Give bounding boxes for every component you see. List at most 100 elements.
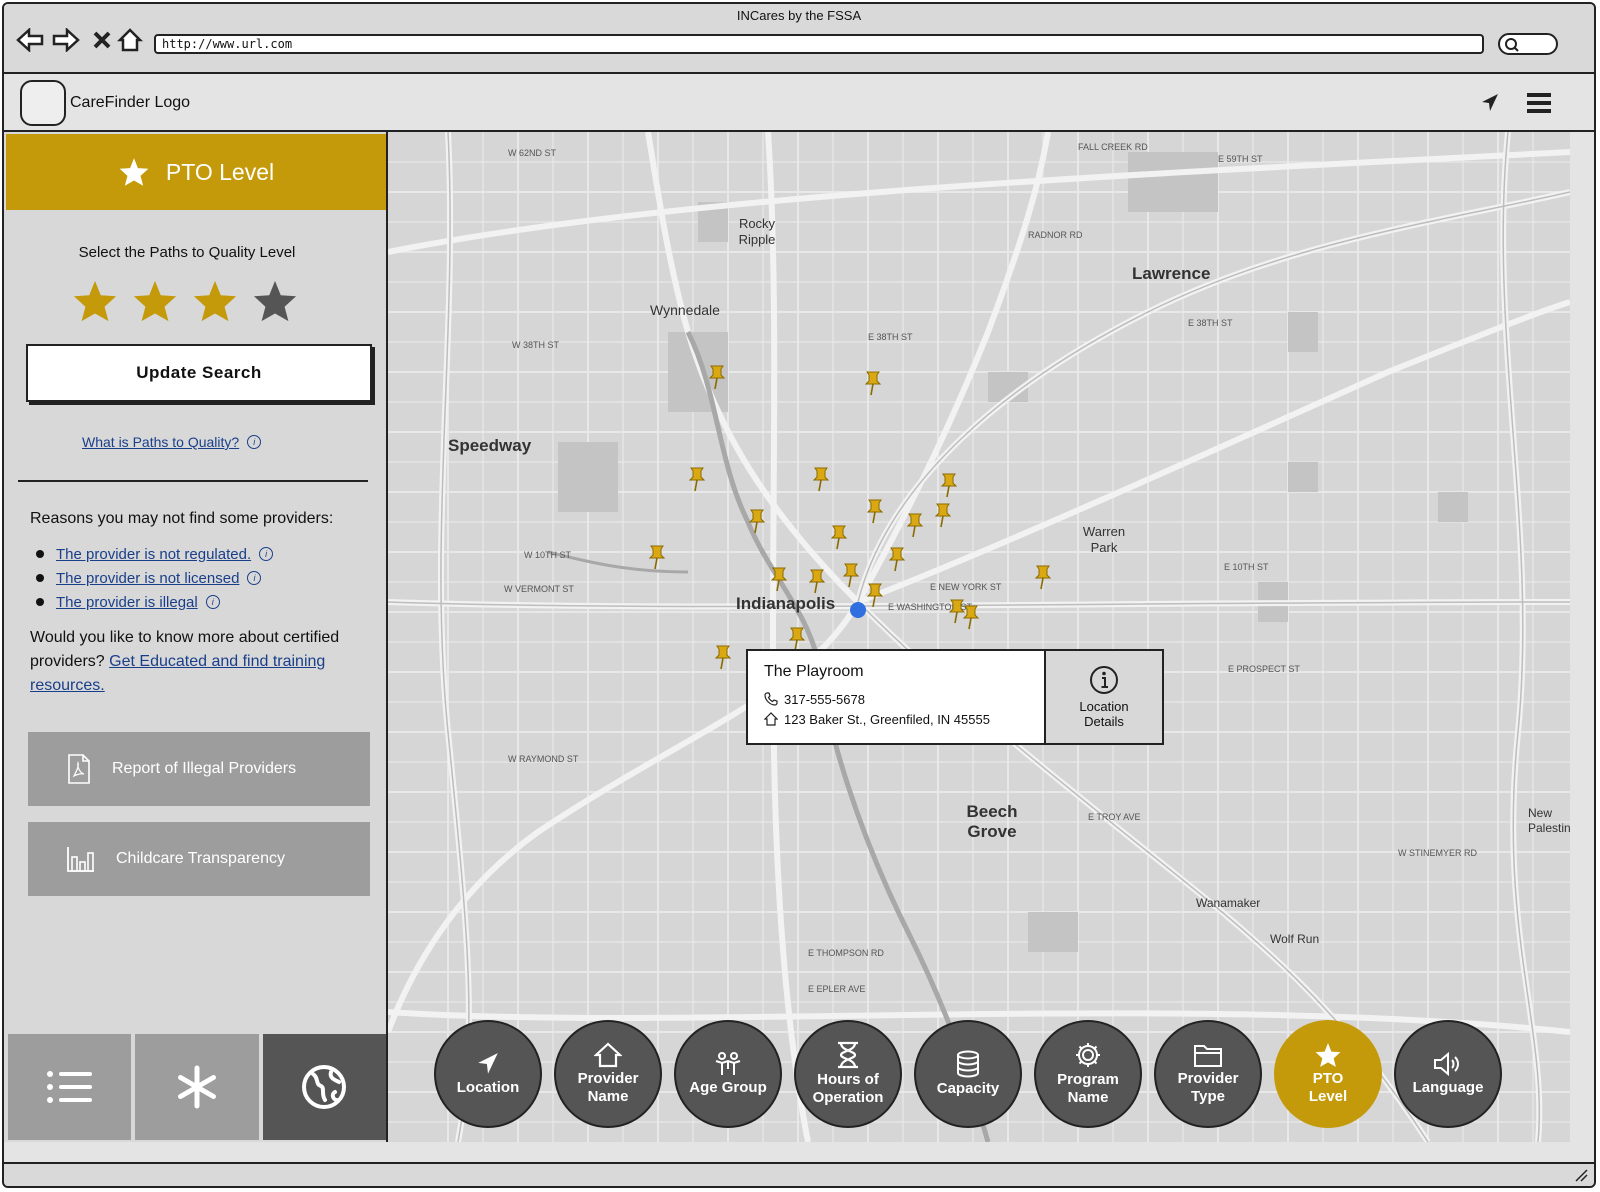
provider-pin-icon[interactable] [688, 466, 706, 492]
location-arrow-icon[interactable] [1474, 88, 1504, 118]
reason-not-regulated-link[interactable]: The provider is not regulated. [56, 546, 251, 563]
filter-age-group-button[interactable]: Age Group [674, 1020, 782, 1128]
map-view[interactable]: W 62ND ST FALL CREEK RD E 59TH ST W 38TH… [388, 132, 1570, 1142]
search-icon [1505, 38, 1519, 52]
browser-chrome: INCares by the FSSA http://www.url.com [4, 4, 1594, 74]
filter-hours-button[interactable]: Hours of Operation [794, 1020, 902, 1128]
home-icon [764, 712, 778, 726]
tab-favorites[interactable] [135, 1034, 259, 1140]
provider-pin-icon[interactable] [708, 364, 726, 390]
provider-pin-icon[interactable] [866, 498, 884, 524]
filter-provider-type-button[interactable]: Provider Type [1154, 1020, 1262, 1128]
city-label: Lawrence [1132, 264, 1211, 283]
panel-title: PTO Level [165, 158, 275, 185]
reason-not-licensed-link[interactable]: The provider is not licensed [56, 570, 239, 587]
provider-pin-icon[interactable] [714, 644, 732, 670]
provider-pin-icon[interactable] [842, 562, 860, 588]
pdf-document-icon [68, 754, 90, 784]
select-level-label: Select the Paths to Quality Level [78, 244, 296, 261]
reason-illegal-link[interactable]: The provider is illegal [56, 594, 198, 611]
provider-pin-icon[interactable] [864, 370, 882, 396]
street-label: E 38TH ST [1188, 318, 1233, 328]
street-label: W 10TH ST [524, 550, 572, 560]
provider-pin-icon[interactable] [648, 544, 666, 570]
location-arrow-icon [478, 1053, 498, 1074]
asterisk-icon [177, 1065, 216, 1109]
logo-image [20, 80, 66, 126]
filter-label: Location [456, 1079, 520, 1096]
street-label: W STINEMYER RD [1398, 848, 1478, 858]
filter-label: Hours of Operation [812, 1071, 884, 1106]
provider-pin-icon[interactable] [962, 604, 980, 630]
filter-label: Language [1412, 1079, 1484, 1096]
provider-pin-icon[interactable] [888, 546, 906, 572]
provider-phone-row: 317-555-5678 [764, 689, 1028, 709]
hamburger-menu-icon[interactable] [1524, 88, 1554, 118]
street-label: E EPLER AVE [808, 984, 866, 994]
provider-name: The Playroom [764, 663, 864, 680]
logo-text: CareFinder Logo [70, 94, 191, 111]
provider-pin-icon[interactable] [934, 502, 952, 528]
provider-pin-icon[interactable] [770, 566, 788, 592]
forward-icon[interactable] [52, 26, 80, 54]
browser-search-field[interactable] [1498, 33, 1558, 55]
provider-pin-icon[interactable] [906, 512, 924, 538]
filter-capacity-button[interactable]: Capacity [914, 1020, 1022, 1128]
provider-pin-icon[interactable] [940, 472, 958, 498]
filter-location-button[interactable]: Location [434, 1020, 542, 1128]
stop-icon[interactable] [88, 26, 116, 54]
provider-pin-icon[interactable] [808, 568, 826, 594]
provider-pin-icon[interactable] [866, 582, 884, 608]
resize-grip-icon[interactable] [1574, 1168, 1588, 1182]
filter-label: PTO Level [1308, 1070, 1348, 1105]
provider-popup[interactable]: The Playroom 317-555-5678 123 Baker St.,… [746, 649, 1164, 745]
paths-to-quality-link-text[interactable]: What is Paths to Quality? [82, 434, 239, 450]
info-icon[interactable]: i [247, 571, 262, 585]
provider-address-row: 123 Baker St., Greenfiled, IN 45555 [764, 709, 1028, 729]
bullet [36, 598, 44, 606]
list-icon [46, 1071, 92, 1103]
street-label: W 62ND ST [508, 148, 557, 158]
tab-list[interactable] [8, 1034, 132, 1140]
city-label: Rocky Ripple [738, 216, 776, 247]
speaker-icon [1434, 1051, 1459, 1077]
star-rating[interactable] [72, 278, 298, 324]
provider-pin-icon[interactable] [1034, 564, 1052, 590]
update-search-button[interactable]: Update Search [26, 344, 372, 402]
street-label: E NEW YORK ST [930, 582, 1002, 592]
know-more-text: Would you like to know more about certif… [30, 626, 370, 698]
folder-icon [1194, 1045, 1222, 1067]
city-label: Beech Grove [966, 802, 1018, 841]
info-icon[interactable]: i [205, 595, 220, 609]
tab-map[interactable] [262, 1034, 386, 1140]
browser-window: INCares by the FSSA http://www.url.com C… [2, 2, 1596, 1188]
report-illegal-providers-button[interactable]: Report of Illegal Providers [28, 732, 370, 806]
star-4-icon[interactable] [252, 278, 298, 324]
back-icon[interactable] [16, 26, 44, 54]
provider-pin-icon[interactable] [748, 508, 766, 534]
provider-pin-icon[interactable] [812, 466, 830, 492]
filter-label: Provider Type [1177, 1070, 1239, 1105]
location-details-label: Location Details [1079, 699, 1129, 729]
filter-language-button[interactable]: Language [1394, 1020, 1502, 1128]
window-title: INCares by the FSSA [736, 8, 862, 23]
url-bar[interactable]: http://www.url.com [154, 34, 1484, 54]
filter-provider-name-button[interactable]: Provider Name [554, 1020, 662, 1128]
filter-bar: Location Provider Name Age Group Hours o… [434, 1020, 1502, 1128]
home-icon[interactable] [116, 26, 144, 54]
filter-pto-level-button[interactable]: PTO Level [1274, 1020, 1382, 1128]
info-icon[interactable]: i [247, 435, 262, 449]
city-label: New Palestine [1528, 806, 1570, 835]
street-label: W RAYMOND ST [508, 754, 579, 764]
childcare-transparency-button[interactable]: Childcare Transparency [28, 822, 370, 896]
star-3-icon[interactable] [192, 278, 238, 324]
star-1-icon[interactable] [72, 278, 118, 324]
location-details-button[interactable]: Location Details [1044, 651, 1162, 743]
info-icon[interactable]: i [259, 547, 274, 561]
paths-to-quality-link[interactable]: What is Paths to Quality? i [82, 434, 262, 450]
star-2-icon[interactable] [132, 278, 178, 324]
city-label: Wolf Run [1270, 932, 1320, 946]
provider-pin-icon[interactable] [830, 524, 848, 550]
divider [18, 480, 368, 482]
filter-program-name-button[interactable]: Program Name [1034, 1020, 1142, 1128]
